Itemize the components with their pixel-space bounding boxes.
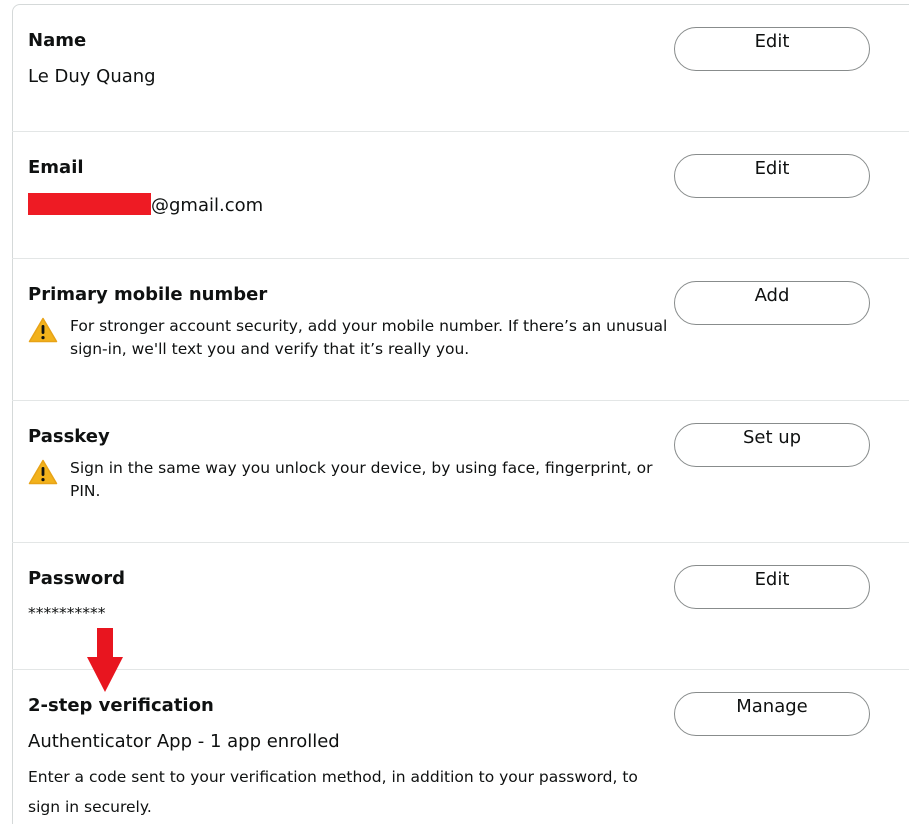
down-arrow-annotation xyxy=(87,628,123,692)
two-step-status: Authenticator App - 1 app enrolled xyxy=(28,731,340,752)
email-value: @gmail.com xyxy=(28,193,263,216)
name-value: Le Duy Quang xyxy=(28,66,156,87)
two-step-description: Enter a code sent to your verification m… xyxy=(28,768,638,816)
passkey-warning: Sign in the same way you unlock your dev… xyxy=(28,457,670,503)
password-title: Password xyxy=(28,568,126,589)
email-title: Email xyxy=(28,157,84,178)
passkey-title: Passkey xyxy=(28,426,110,447)
mobile-warning: For stronger account security, add your … xyxy=(28,315,670,361)
add-mobile-button[interactable]: Add xyxy=(674,281,870,325)
warning-triangle-icon xyxy=(28,459,58,485)
email-domain: @gmail.com xyxy=(151,195,264,216)
edit-email-button[interactable]: Edit xyxy=(674,154,870,198)
two-step-title: 2-step verification xyxy=(28,695,214,716)
password-value: ********** xyxy=(28,604,106,622)
setup-passkey-button[interactable]: Set up xyxy=(674,423,870,467)
edit-password-button[interactable]: Edit xyxy=(674,565,870,609)
redaction-box xyxy=(28,193,151,215)
name-title: Name xyxy=(28,30,87,51)
manage-two-step-button[interactable]: Manage xyxy=(674,692,870,736)
edit-name-button[interactable]: Edit xyxy=(674,27,870,71)
mobile-warning-text: For stronger account security, add your … xyxy=(70,317,668,358)
mobile-title: Primary mobile number xyxy=(28,284,268,305)
warning-triangle-icon xyxy=(28,317,58,343)
passkey-warning-text: Sign in the same way you unlock your dev… xyxy=(70,459,653,500)
